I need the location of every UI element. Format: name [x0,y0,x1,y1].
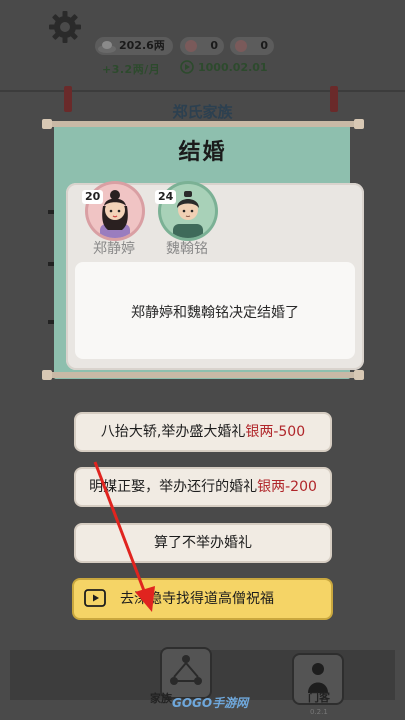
simple-wedding-cost: 银两-200 [257,479,317,495]
resource-a-icon [185,40,197,52]
settings-gear-icon[interactable] [48,10,82,44]
female-name: 郑静婷 [93,241,135,257]
dialog-title: 结婚 [178,140,227,165]
version-label: 0.2.1 [310,708,328,716]
monk-blessing-label: 去深隐寺找得道高僧祝福 [120,591,274,607]
no-wedding-label: 算了不举办婚礼 [154,535,252,551]
game-date: 1000.02.01 [198,61,268,74]
scroll-rod-top [42,119,364,129]
video-ad-icon [84,589,106,607]
resource-counter-a: 0 [180,37,224,55]
no-wedding-button[interactable]: 算了不举办婚礼 [74,523,332,563]
resource-b-value: 0 [260,39,268,52]
simple-wedding-button[interactable]: 明媒正娶，举办还行的婚礼银两-200 [74,467,332,507]
grand-wedding-cost: 银两-500 [245,424,306,440]
clock-icon [180,60,194,74]
male-name: 魏翰铭 [166,241,208,257]
silver-ingot-icon [98,41,116,53]
resource-b-icon [235,40,247,52]
resource-counter-b: 0 [230,37,274,55]
grand-wedding-button[interactable]: 八抬大轿,举办盛大婚礼银两-500 [74,412,332,452]
income-status: +3.2两/月 [102,63,161,76]
simple-wedding-label: 明媒正娶，举办还行的婚礼 [89,479,258,495]
monk-blessing-button[interactable]: 去深隐寺找得道高僧祝福 [72,578,333,620]
silver-counter: 202.6两 [95,37,173,55]
site-watermark: GOGO手游网 [172,696,249,710]
male-age-badge: 24 [155,190,177,204]
game-date-value: 1000.02.01 [198,61,268,74]
female-age-badge: 20 [82,190,104,204]
scroll-rod-bottom [42,370,364,380]
nav-family-label: 家族 [150,692,172,705]
resource-a-value: 0 [210,39,218,52]
marriage-message: 郑静婷和魏翰铭决定结婚了 [131,305,299,321]
silver-value: 202.6两 [119,39,165,52]
grand-wedding-label: 八抬大轿,举办盛大婚礼 [100,424,246,440]
nav-retainer-label: 门客 [308,691,330,704]
